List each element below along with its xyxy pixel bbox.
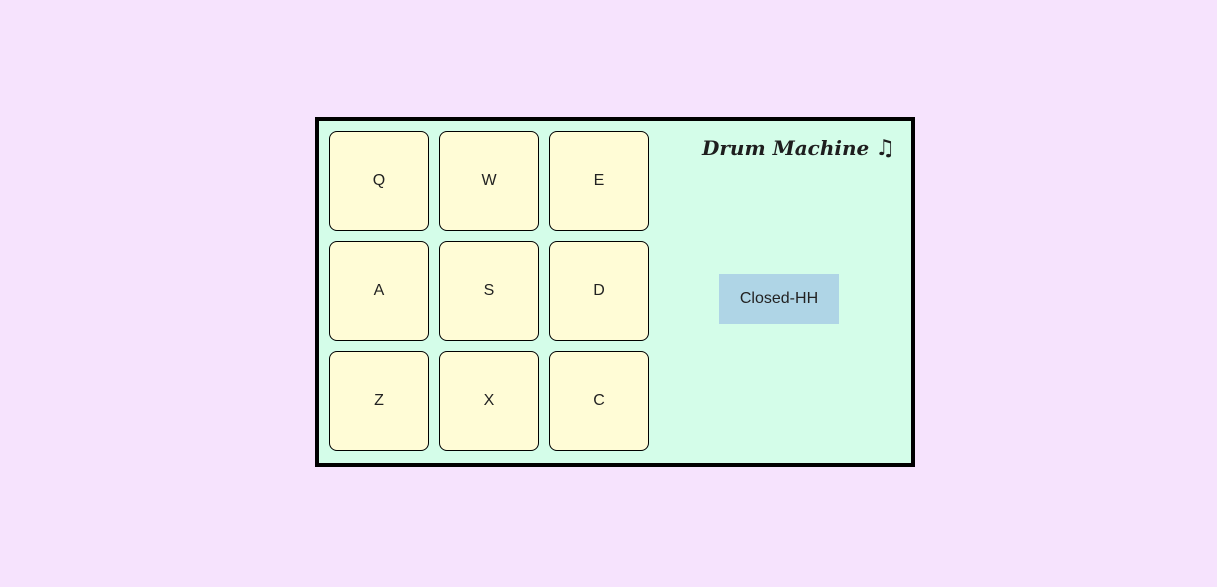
drum-pad-q[interactable]: Q (329, 131, 429, 231)
drum-pad-z[interactable]: Z (329, 351, 429, 451)
music-note-icon: ♫ (875, 135, 895, 161)
drum-pad-a[interactable]: A (329, 241, 429, 341)
drum-pad-d[interactable]: D (549, 241, 649, 341)
drum-pad-c[interactable]: C (549, 351, 649, 451)
drum-pad-e[interactable]: E (549, 131, 649, 231)
sound-display-text: Closed-HH (739, 290, 819, 307)
drum-pad-x[interactable]: X (439, 351, 539, 451)
drum-pad-s[interactable]: S (439, 241, 539, 341)
drum-pad-grid: Q W E A S D Z X C (329, 131, 649, 451)
app-title-text: Drum Machine (702, 136, 870, 160)
sound-display: Closed-HH (719, 274, 839, 324)
app-title: Drum Machine ♫ (702, 135, 895, 161)
drum-pad-w[interactable]: W (439, 131, 539, 231)
drum-machine-panel: Q W E A S D Z X C Drum Machine ♫ Closed-… (315, 117, 915, 467)
